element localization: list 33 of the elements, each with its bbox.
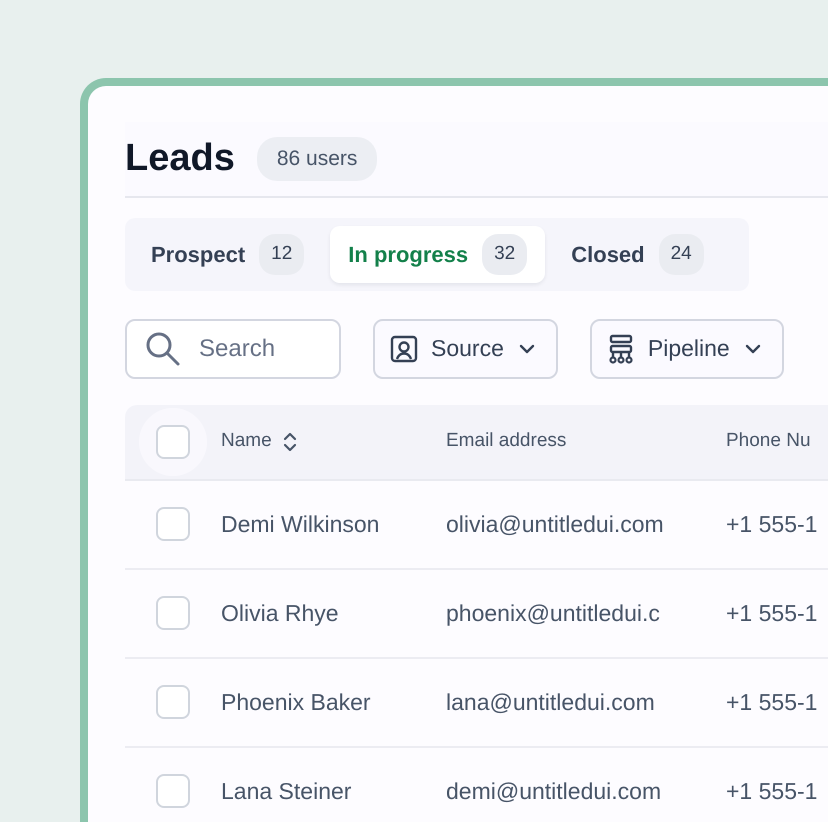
table-cell: Demi Wilkinson: [221, 510, 380, 537]
table-cell: Phoenix Baker: [221, 688, 371, 715]
search-icon: [145, 330, 181, 366]
tab[interactable]: Prospect 12: [133, 226, 322, 282]
table-cell: lana@untitledui.com: [446, 688, 655, 715]
checkbox[interactable]: [156, 596, 190, 630]
table-cell: +1 555-1: [726, 600, 818, 626]
filter-dropdown[interactable]: Source: [373, 318, 558, 378]
tab[interactable]: Closed 24: [553, 226, 722, 282]
table-cell: +1 555-1: [726, 510, 818, 537]
table-cell: Olivia Rhye: [221, 600, 339, 626]
table-cell: demi@untitledui.com: [446, 778, 662, 804]
table-cell: +1 555-1: [726, 778, 818, 804]
tab-count: 24: [658, 234, 704, 274]
table-cell: Lana Steiner: [221, 778, 352, 804]
table-cell: olivia@untitledui.com: [446, 510, 664, 537]
checkbox[interactable]: [156, 685, 190, 719]
user-count: 86 users: [256, 137, 378, 181]
checkbox[interactable]: [156, 424, 190, 458]
person-card-icon: [389, 334, 419, 364]
column-header[interactable]: Name: [221, 427, 272, 456]
filter-dropdown[interactable]: Pipeline: [590, 318, 784, 378]
checkbox[interactable]: [156, 774, 190, 808]
tab[interactable]: In progress 32: [330, 226, 546, 282]
table-cell: +1 555-1: [726, 688, 818, 715]
checkbox[interactable]: [156, 507, 190, 541]
page-title: Leads: [125, 136, 235, 182]
table-cell: phoenix@untitledui.c: [446, 600, 660, 626]
search-field[interactable]: Search: [125, 318, 341, 378]
column-header: Phone Nu: [726, 429, 811, 454]
column-header: Email address: [446, 429, 566, 454]
tab-count: 12: [259, 234, 304, 274]
tab-count: 32: [482, 234, 528, 274]
